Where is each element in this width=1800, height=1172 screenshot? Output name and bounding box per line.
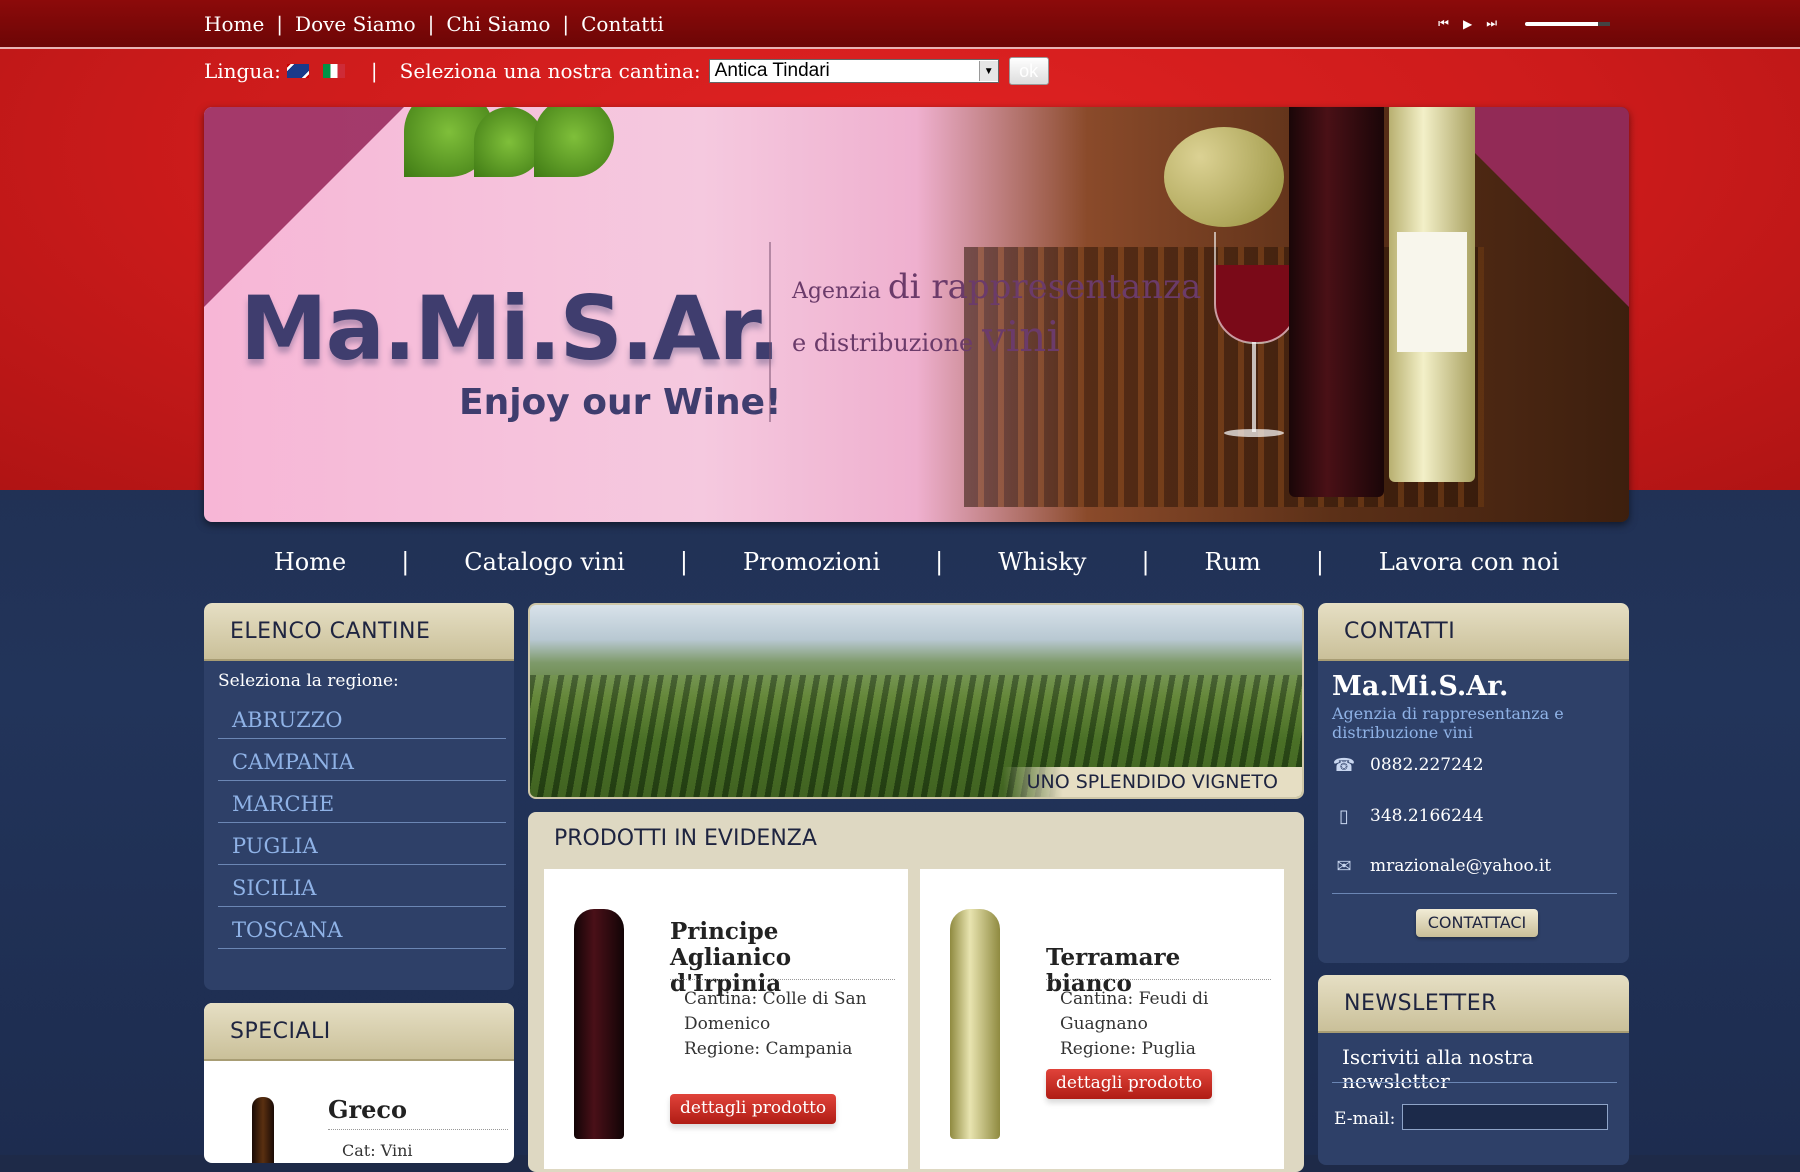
contact-company-name: Ma.Mi.S.Ar.: [1332, 671, 1509, 702]
speciali-panel: SPECIALI Greco Cat: Vini: [204, 1003, 514, 1163]
ok-button[interactable]: ok: [1008, 57, 1049, 85]
speciali-panel-title: SPECIALI: [204, 1003, 514, 1061]
flag-uk-icon[interactable]: [286, 64, 309, 78]
vineyard-caption: UNO SPLENDIDO VIGNETO: [1002, 767, 1302, 797]
main-nav: Home | Catalogo vini | Promozioni | Whis…: [273, 548, 1560, 576]
featured-products-title: PRODOTTI IN EVIDENZA: [554, 826, 817, 851]
prev-track-icon[interactable]: ⏮: [1438, 16, 1449, 31]
contact-email[interactable]: mrazionale@yahoo.it: [1370, 856, 1551, 876]
region-sicilia[interactable]: SICILIA: [218, 865, 506, 907]
product-regione: Regione: Puglia: [1060, 1039, 1196, 1059]
top-nav: Home | Dove Siamo | Chi Siamo | Contatti: [204, 12, 664, 36]
nav-promozioni[interactable]: Promozioni: [743, 548, 880, 576]
cantine-panel: ELENCO CANTINE Seleziona la regione: ABR…: [204, 603, 514, 990]
region-hint: Seleziona la regione:: [218, 671, 399, 691]
newsletter-panel-title: NEWSLETTER: [1318, 975, 1629, 1033]
newsletter-email-input[interactable]: [1402, 1104, 1608, 1130]
newsletter-text: Iscriviti alla nostra newsletter: [1342, 1045, 1534, 1093]
contact-email-row: ✉ mrazionale@yahoo.it: [1332, 855, 1551, 877]
white-wine-bottle-image: [1389, 107, 1475, 482]
cantina-label: Seleziona una nostra cantina:: [399, 59, 701, 83]
cantina-select[interactable]: Antica Tindari ▼: [708, 59, 999, 83]
red-wine-bottle-image: [1289, 107, 1384, 497]
product-cantina: Cantina: Colle di San Domenico: [684, 989, 867, 1034]
nav-whisky[interactable]: Whisky: [998, 548, 1086, 576]
contact-mobile: 348.2166244: [1370, 806, 1484, 826]
product-details-button[interactable]: dettagli prodotto: [1046, 1069, 1213, 1099]
site-logo[interactable]: Ma.Mi.S.Ar.: [240, 277, 781, 380]
play-icon[interactable]: ▶: [1463, 17, 1472, 31]
product-card: Terramare bianco Cantina: Feudi di Guagn…: [920, 869, 1284, 1169]
product-cantina: Cantina: Feudi di Guagnano: [1060, 989, 1209, 1034]
nav-rum[interactable]: Rum: [1205, 548, 1261, 576]
region-puglia[interactable]: PUGLIA: [218, 823, 506, 865]
volume-slider[interactable]: [1525, 21, 1610, 26]
topnav-contatti[interactable]: Contatti: [581, 12, 664, 36]
region-abruzzo[interactable]: ABRUZZO: [218, 697, 506, 739]
region-toscana[interactable]: TOSCANA: [218, 907, 506, 949]
top-bar: Home | Dove Siamo | Chi Siamo | Contatti ⏮ ▶ ⏭: [0, 0, 1800, 49]
contattaci-button[interactable]: CONTATTACI: [1416, 909, 1538, 937]
newsletter-panel: NEWSLETTER Iscriviti alla nostra newslet…: [1318, 975, 1629, 1165]
product-card: Principe Aglianico d'Irpinia Cantina: Co…: [544, 869, 908, 1169]
speciali-item-name[interactable]: Greco: [328, 1095, 407, 1124]
language-label: Lingua:: [204, 59, 281, 83]
banner-tagline-2: e distribuzione vini: [792, 312, 1060, 361]
mobile-phone-icon: ▯: [1339, 805, 1349, 827]
nav-catalogo-vini[interactable]: Catalogo vini: [464, 548, 625, 576]
region-marche[interactable]: MARCHE: [218, 781, 506, 823]
product-regione: Regione: Campania: [684, 1039, 853, 1059]
vineyard-image: UNO SPLENDIDO VIGNETO: [528, 603, 1304, 799]
flag-italy-icon[interactable]: [322, 64, 345, 78]
contatti-panel: CONTATTI Ma.Mi.S.Ar. Agenzia di rapprese…: [1318, 603, 1629, 963]
header-banner: Ma.Mi.S.Ar. Enjoy our Wine! Agenzia di r…: [204, 107, 1629, 522]
nav-home[interactable]: Home: [274, 548, 346, 576]
cantine-panel-title: ELENCO CANTINE: [204, 603, 514, 661]
topnav-dove-siamo[interactable]: Dove Siamo: [295, 12, 416, 36]
newsletter-email-label: E-mail:: [1334, 1109, 1396, 1129]
nav-lavora-con-noi[interactable]: Lavora con noi: [1379, 548, 1559, 576]
grapes-image: [1164, 127, 1284, 227]
topnav-chi-siamo[interactable]: Chi Siamo: [446, 12, 550, 36]
logo-slogan: Enjoy our Wine!: [459, 382, 782, 423]
contact-phone: 0882.227242: [1370, 755, 1484, 775]
greco-bottle-image[interactable]: [252, 1097, 274, 1163]
featured-products-panel: PRODOTTI IN EVIDENZA Principe Aglianico …: [528, 812, 1304, 1172]
region-list: ABRUZZO CAMPANIA MARCHE PUGLIA SICILIA T…: [218, 697, 506, 949]
product-details-button[interactable]: dettagli prodotto: [670, 1094, 837, 1124]
mail-icon: ✉: [1336, 855, 1352, 877]
product-bottle-image[interactable]: [574, 909, 624, 1139]
speciali-item-meta: Cat: Vini: [342, 1141, 413, 1160]
contatti-panel-title: CONTATTI: [1318, 603, 1629, 661]
contact-mobile-row: ▯ 348.2166244: [1332, 805, 1484, 827]
contact-phone-row: ☎ 0882.227242: [1332, 754, 1484, 776]
product-name[interactable]: Principe Aglianico d'Irpinia: [670, 919, 895, 997]
region-campania[interactable]: CAMPANIA: [218, 739, 506, 781]
contact-subtitle: Agenzia di rappresentanza e distribuzion…: [1332, 704, 1564, 742]
banner-tagline-1: Agenzia di rappresentanza: [792, 267, 1202, 307]
next-track-icon[interactable]: ⏭: [1486, 16, 1497, 31]
product-bottle-image[interactable]: [950, 909, 1000, 1139]
music-player: ⏮ ▶ ⏭: [1438, 16, 1610, 31]
vine-leaf-decoration: [534, 107, 614, 177]
wine-glass-image: [1214, 232, 1298, 344]
topnav-home[interactable]: Home: [204, 12, 264, 36]
cantina-select-value: Antica Tindari: [714, 60, 830, 81]
chevron-down-icon[interactable]: ▼: [978, 61, 998, 81]
fax-phone-icon: ☎: [1332, 754, 1356, 776]
language-bar: Lingua: | Seleziona una nostra cantina: …: [204, 57, 1049, 85]
